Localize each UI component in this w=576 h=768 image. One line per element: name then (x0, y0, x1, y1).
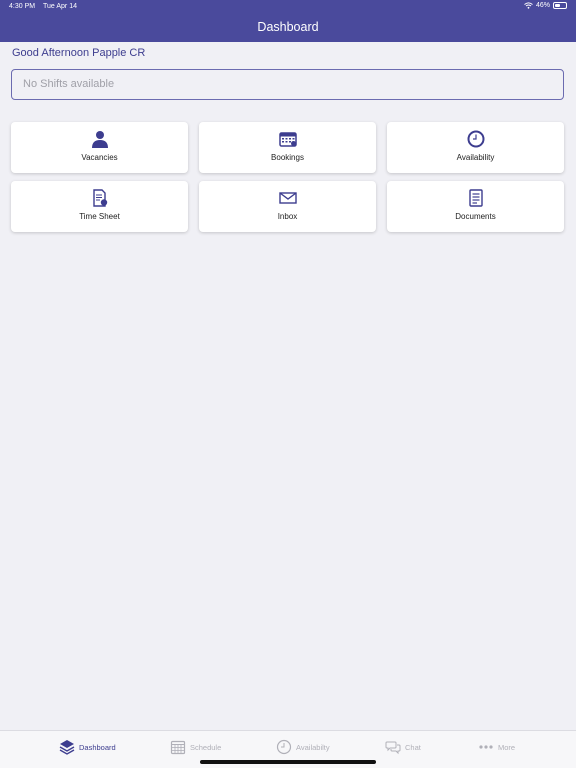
tab-dashboard[interactable]: Dashboard (59, 737, 116, 757)
availability-label: Availability (456, 153, 495, 162)
documents-tile[interactable]: Documents (387, 181, 564, 232)
battery-percent: 46% (535, 2, 550, 9)
bookings-label: Bookings (271, 153, 304, 162)
shifts-box[interactable]: No Shifts available (11, 69, 564, 100)
vacancies-tile[interactable]: Vacancies (11, 122, 188, 173)
document-icon (469, 189, 483, 207)
clock-icon (467, 130, 485, 148)
layers-icon (59, 740, 75, 755)
bookings-tile[interactable]: Bookings (199, 122, 376, 173)
status-bar: 4:30 PM Tue Apr 14 46% (0, 0, 576, 14)
inbox-tile[interactable]: Inbox (199, 181, 376, 232)
more-dots-icon (479, 745, 493, 749)
availability-tile[interactable]: Availability (387, 122, 564, 173)
timesheet-label: Time Sheet (79, 212, 120, 221)
home-indicator[interactable] (200, 760, 376, 764)
page-title: Dashboard (257, 20, 319, 34)
tab-chat[interactable]: Chat (385, 737, 421, 757)
status-time: 4:30 PM (9, 3, 36, 10)
tab-dashboard-label: Dashboard (79, 742, 116, 752)
chat-bubbles-icon (385, 741, 401, 755)
tab-schedule[interactable]: Schedule (170, 737, 221, 757)
timesheet-tile[interactable]: Time Sheet (11, 181, 188, 232)
clock-icon (276, 739, 292, 755)
documents-label: Documents (455, 212, 496, 221)
tab-more-label: More (498, 742, 516, 752)
calendar-icon (279, 132, 297, 147)
calendar-icon (170, 740, 186, 755)
wifi-icon (524, 2, 533, 9)
envelope-icon (279, 192, 297, 204)
timesheet-icon (93, 189, 108, 207)
person-icon (92, 131, 108, 148)
tab-availability[interactable]: Availabilty (276, 737, 330, 757)
status-date: Tue Apr 14 (43, 3, 77, 10)
vacancies-label: Vacancies (81, 153, 118, 162)
tab-schedule-label: Schedule (190, 742, 222, 752)
status-indicators: 46% (524, 2, 567, 9)
app-header: 4:30 PM Tue Apr 14 46% Dashboard (0, 0, 576, 42)
tab-more[interactable]: More (478, 737, 515, 757)
tab-availability-label: Availabilty (296, 742, 330, 752)
inbox-label: Inbox (277, 212, 298, 221)
battery-icon (553, 2, 567, 9)
tab-chat-label: Chat (405, 742, 421, 752)
greeting-text: Good Afternoon Papple CR (12, 47, 146, 59)
